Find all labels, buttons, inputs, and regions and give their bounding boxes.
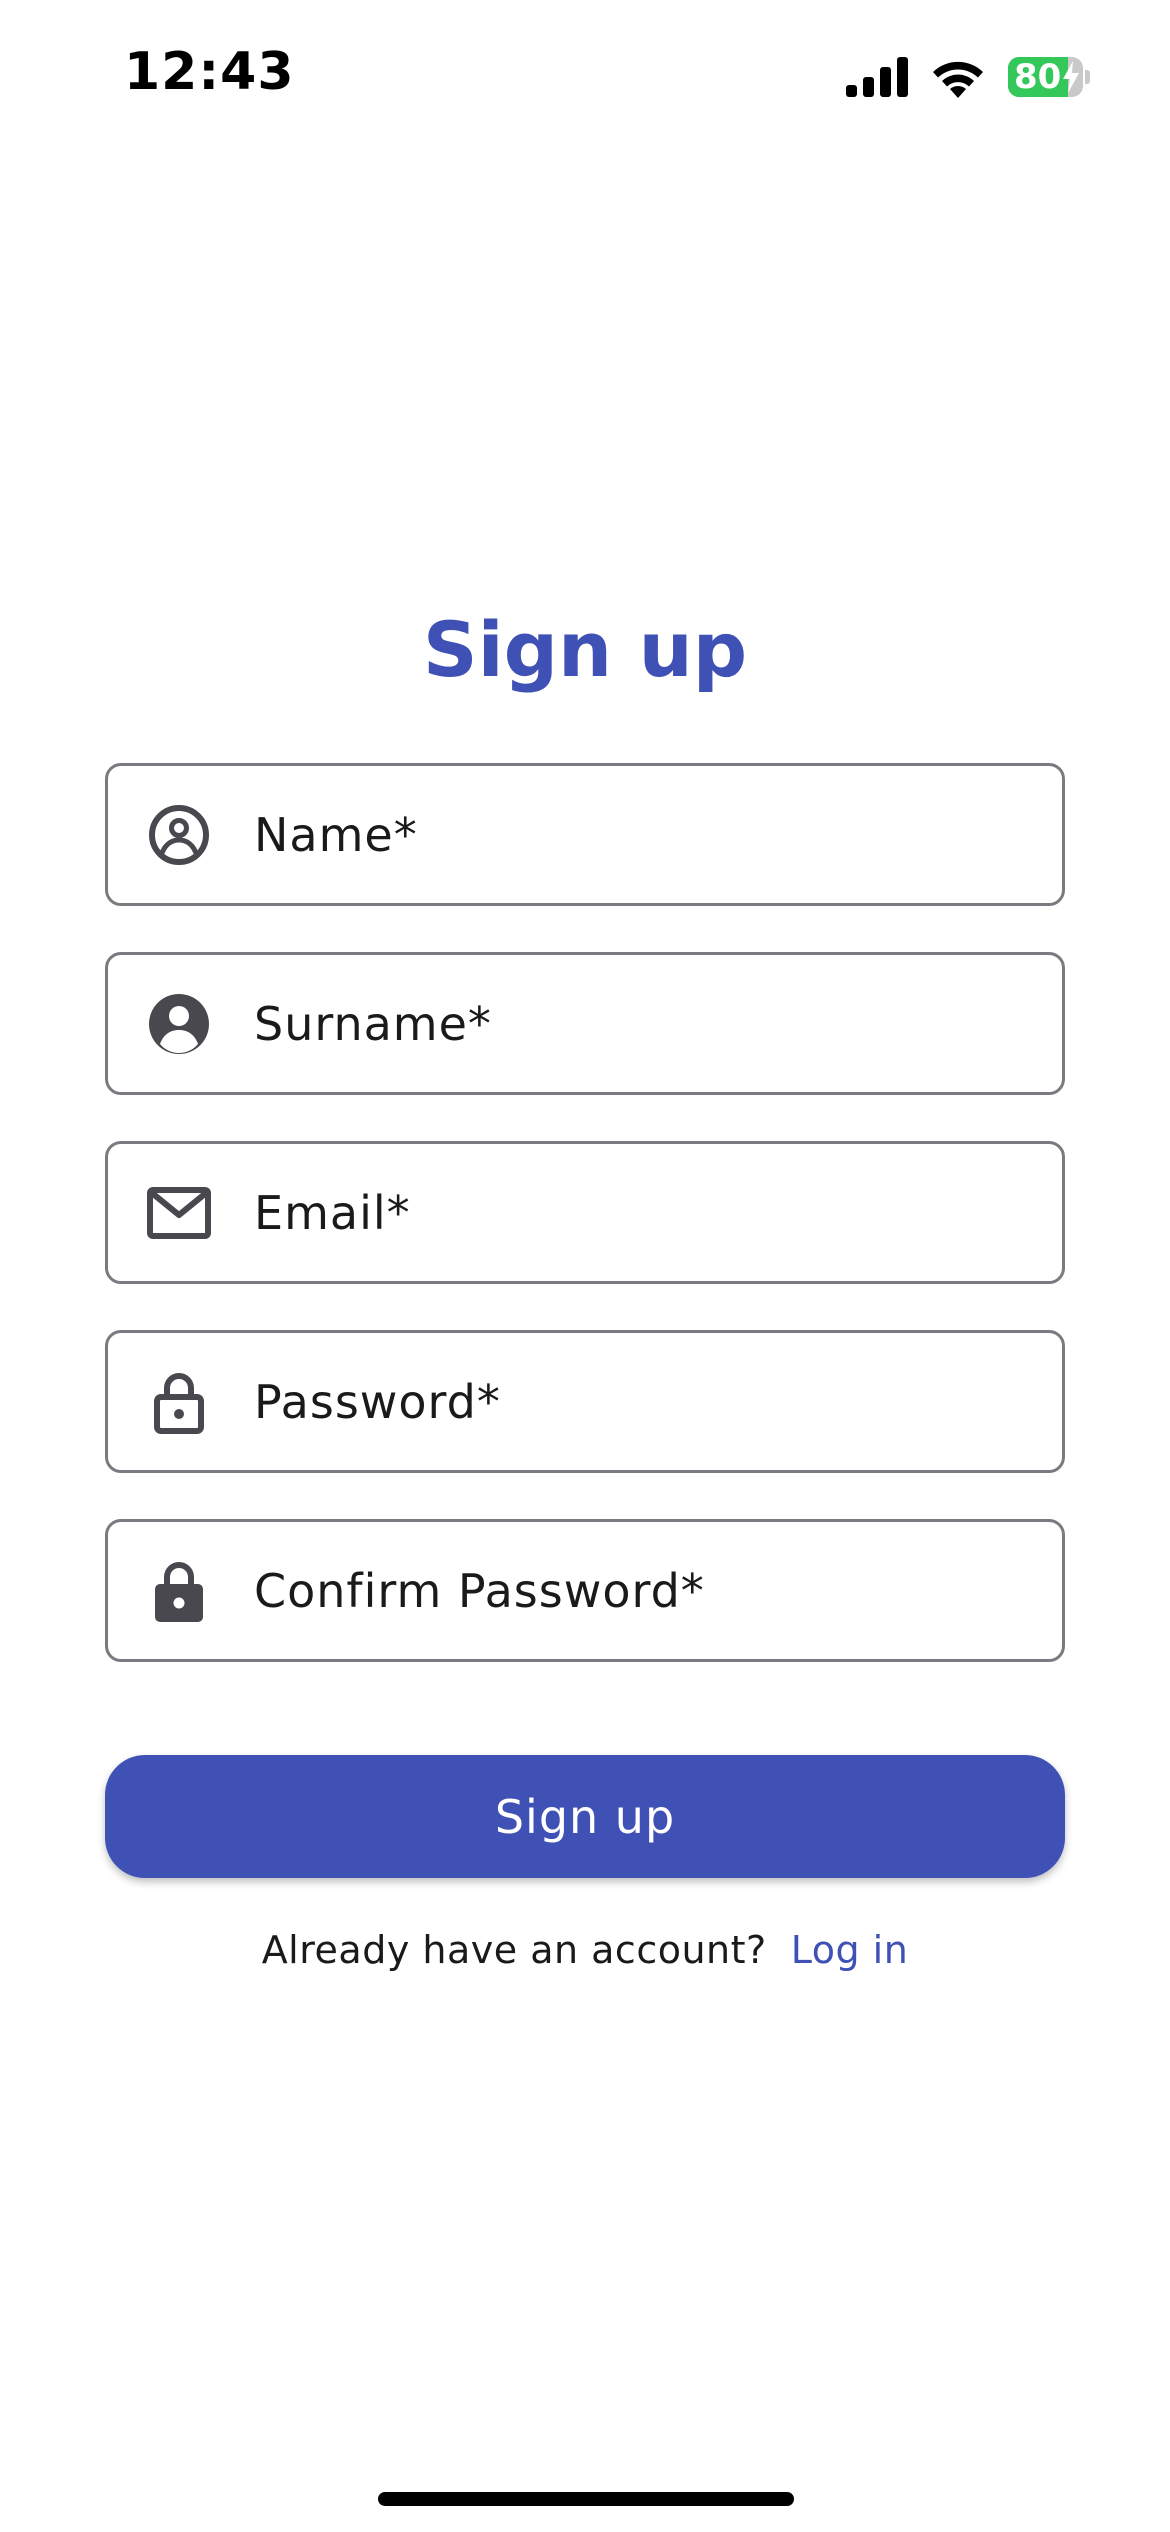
charging-bolt-icon: [1063, 61, 1080, 93]
login-prompt: Already have an account? Log in: [0, 1920, 1170, 1980]
cellular-signal-icon: [846, 57, 908, 97]
confirm-password-input[interactable]: [254, 1522, 1032, 1659]
battery-icon: 80: [1008, 55, 1090, 99]
home-indicator[interactable]: [378, 2492, 794, 2506]
status-time: 12:43: [124, 42, 295, 102]
signup-button[interactable]: Sign up: [105, 1755, 1065, 1878]
email-input[interactable]: [254, 1144, 1032, 1281]
password-field[interactable]: [105, 1330, 1065, 1473]
lock-filled-icon: [146, 1558, 212, 1624]
lock-outline-icon: [146, 1369, 212, 1435]
confirm-password-field[interactable]: [105, 1519, 1065, 1662]
name-input[interactable]: [254, 766, 1032, 903]
status-icons: 80: [846, 52, 1090, 102]
surname-input[interactable]: [254, 955, 1032, 1092]
password-input[interactable]: [254, 1333, 1032, 1470]
email-field[interactable]: [105, 1141, 1065, 1284]
wifi-icon: [933, 61, 983, 98]
login-link[interactable]: Log in: [791, 1928, 909, 1972]
login-prompt-text: Already have an account?: [261, 1928, 767, 1972]
status-bar: 12:43 80: [0, 0, 1170, 150]
person-circle-filled-icon: [146, 991, 212, 1057]
person-circle-outline-icon: [146, 802, 212, 868]
page-title: Sign up: [422, 605, 748, 694]
name-field[interactable]: [105, 763, 1065, 906]
surname-field[interactable]: [105, 952, 1065, 1095]
mail-icon: [146, 1180, 212, 1246]
battery-level: 80: [1014, 57, 1062, 97]
